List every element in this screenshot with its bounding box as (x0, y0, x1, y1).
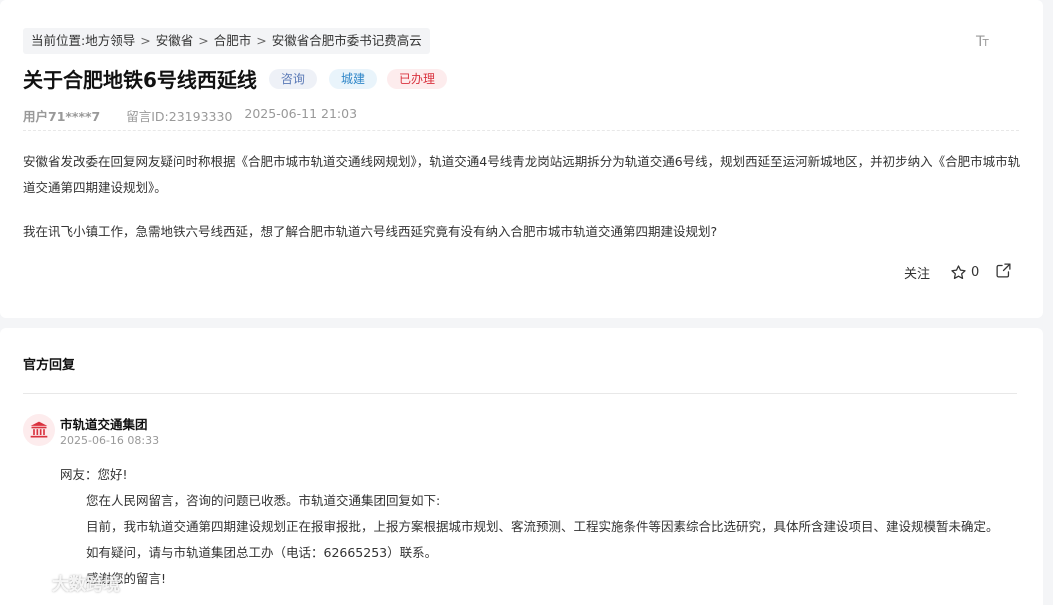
reply-greeting: 网友：您好! (60, 467, 128, 482)
post-datetime: 2025-06-11 21:03 (244, 106, 358, 121)
reply-line: 目前，我市轨道交通第四期建设规划正在报审报批，上报方案根据城市规划、客流预测、工… (86, 519, 999, 534)
reply-org: 市轨道交通集团 (60, 417, 148, 432)
title-row: 关于合肥地铁6号线西延线 咨询 城建 已办理 (23, 64, 447, 93)
page-title: 关于合肥地铁6号线西延线 (23, 68, 257, 92)
watermark: 大数跨境 (8, 570, 120, 595)
post-meta: 用户71****7 留言ID:23193330 2025-06-11 21:03 (23, 106, 357, 125)
section-title: 官方回复 (23, 358, 76, 373)
government-building-icon (30, 421, 48, 438)
star-button[interactable]: 0 (950, 264, 979, 281)
divider (23, 393, 1017, 394)
watermark-logo-icon (10, 575, 47, 590)
share-button[interactable] (995, 262, 1012, 283)
watermark-text: 大数跨境 (52, 575, 120, 595)
post-actions: 关注 0 (904, 262, 1012, 283)
post-paragraph: 安徽省发改委在回复网友疑问时称根据《合肥市城市轨道交通线网规划》，轨道交通4号线… (23, 154, 1021, 195)
breadcrumb-item-leader[interactable]: 安徽省合肥市委书记费高云 (272, 28, 422, 54)
font-size-small: T (982, 38, 989, 49)
post-card: 当前位置: 地方领导 > 安徽省 > 合肥市 > 安徽省合肥市委书记费高云 TT… (0, 0, 1043, 318)
message-id: 留言ID:23193330 (126, 109, 233, 124)
font-size-toggle-icon[interactable]: TT (976, 34, 989, 50)
breadcrumb-item-city[interactable]: 合肥市 (214, 28, 252, 54)
avatar (23, 414, 55, 446)
breadcrumb-separator: > (256, 33, 267, 48)
breadcrumb-separator: > (140, 33, 151, 48)
reply-line: 您在人民网留言，咨询的问题已收悉。市轨道交通集团回复如下: (86, 493, 441, 508)
follow-button[interactable]: 关注 (904, 263, 930, 282)
breadcrumb-item-province[interactable]: 安徽省 (156, 28, 194, 54)
tag-city-construction[interactable]: 城建 (328, 68, 377, 89)
star-icon (951, 265, 966, 280)
status-badge: 已办理 (386, 68, 447, 89)
post-user: 用户71****7 (23, 109, 101, 124)
tag-consult[interactable]: 咨询 (268, 68, 317, 89)
divider (23, 130, 1019, 131)
post-content: 安徽省发改委在回复网友疑问时称根据《合肥市城市轨道交通线网规划》，轨道交通4号线… (23, 149, 1023, 245)
breadcrumb-label: 当前位置: (31, 33, 86, 48)
breadcrumb-separator: > (198, 33, 209, 48)
reply-date: 2025-06-16 08:33 (60, 434, 160, 447)
breadcrumb: 当前位置: 地方领导 > 安徽省 > 合肥市 > 安徽省合肥市委书记费高云 (23, 28, 430, 54)
reply-line: 如有疑问，请与市轨道集团总工办（电话：62665253）联系。 (86, 545, 438, 560)
official-reply-card: 官方回复 市轨道交通集团 2025-06-16 08:33 网友：您好! 您在人… (0, 328, 1043, 605)
post-paragraph: 我在讯飞小镇工作，急需地铁六号线西延，想了解合肥市轨道六号线西延究竟有没有纳入合… (23, 224, 718, 239)
reply-line: 感谢您的留言! (86, 571, 167, 586)
breadcrumb-item-leaders[interactable]: 地方领导 (85, 28, 135, 54)
reply-content: 网友：您好! 您在人民网留言，咨询的问题已收悉。市轨道交通集团回复如下: 目前，… (60, 462, 1020, 592)
share-icon (996, 263, 1011, 278)
star-count: 0 (971, 265, 980, 280)
